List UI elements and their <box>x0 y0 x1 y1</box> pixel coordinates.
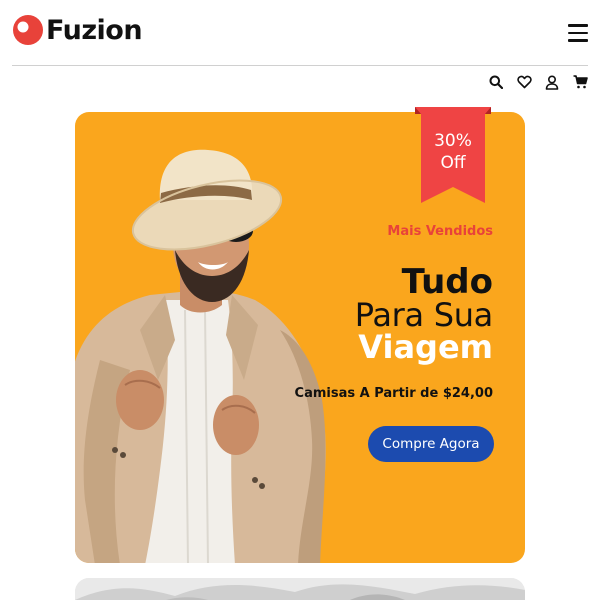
discount-ribbon-label: 30% Off <box>415 130 491 174</box>
next-banner-image <box>75 578 525 600</box>
discount-off: Off <box>440 153 466 173</box>
hamburger-menu-icon[interactable] <box>568 24 588 42</box>
toolbar-icons <box>488 74 588 90</box>
site-header: Fuzion <box>0 0 600 66</box>
next-banner-card <box>75 578 525 600</box>
discount-percent: 30% <box>434 131 472 151</box>
shop-now-button[interactable]: Compre Agora <box>368 426 494 462</box>
hero-tagline: Mais Vendidos <box>387 224 493 239</box>
brand-logo-icon <box>12 14 44 46</box>
hero-price-text: Camisas A Partir de $24,00 <box>294 386 493 401</box>
brand-name: Fuzion <box>46 14 143 46</box>
heart-icon[interactable] <box>516 74 532 90</box>
cart-icon[interactable] <box>572 74 588 90</box>
search-icon[interactable] <box>488 74 504 90</box>
hero-title-line-3: Viagem <box>358 328 493 366</box>
brand-logo[interactable]: Fuzion <box>12 14 143 46</box>
user-icon[interactable] <box>544 74 560 90</box>
header-divider <box>12 65 588 66</box>
